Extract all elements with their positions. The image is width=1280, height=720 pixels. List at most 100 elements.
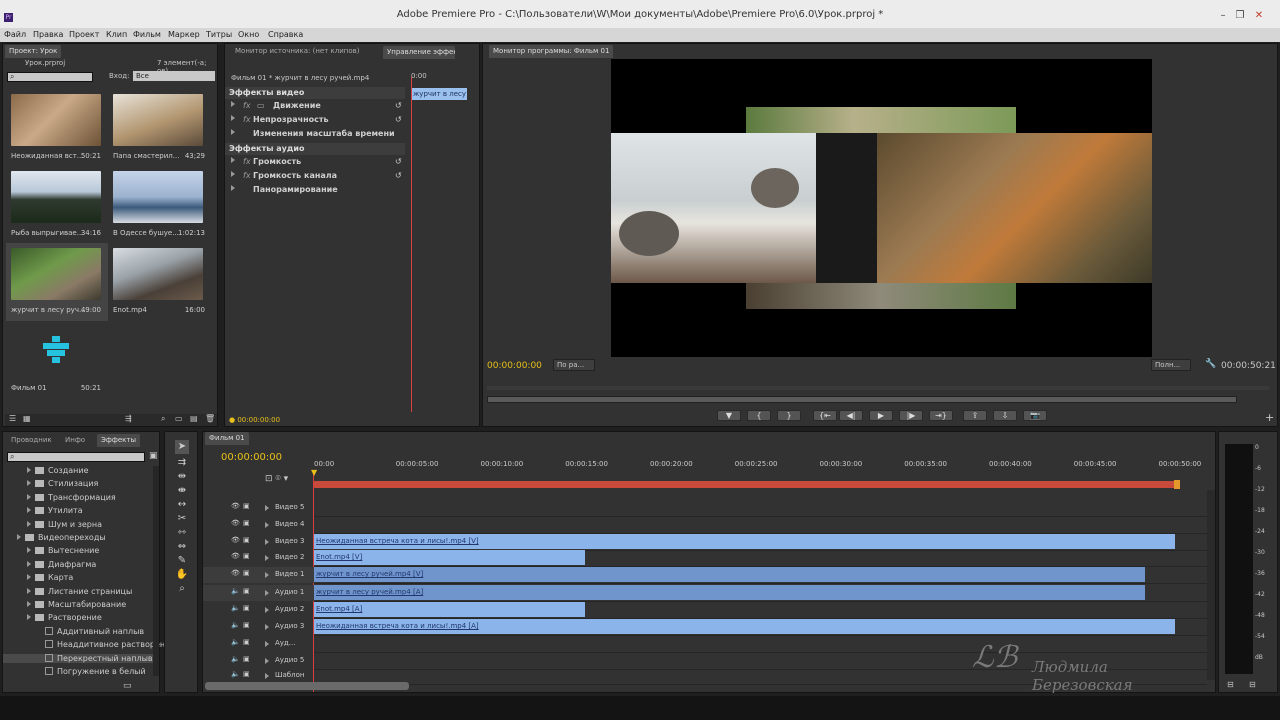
expand-icon[interactable] xyxy=(265,555,269,561)
tab-effects[interactable]: Эффекты xyxy=(97,434,140,447)
expand-icon[interactable] xyxy=(265,539,269,545)
eye-icon[interactable]: 👁 xyxy=(231,502,240,510)
new-item-icon[interactable]: ▤ xyxy=(190,414,198,423)
lock-icon[interactable]: ▣ xyxy=(243,552,250,560)
expand-icon[interactable] xyxy=(265,673,269,679)
effect-panner[interactable]: Панорамирование xyxy=(225,185,405,199)
add-marker-button[interactable]: ▼ xyxy=(717,410,741,421)
effects-tree-item[interactable]: Трансформация xyxy=(27,493,116,502)
clip-thumbnail[interactable] xyxy=(11,248,101,300)
effects-tree-item[interactable]: Стилизация xyxy=(27,479,98,488)
lock-icon[interactable]: ▣ xyxy=(243,519,250,527)
track-header[interactable]: 👁 ▣ Видео 5 xyxy=(203,500,315,516)
expand-icon[interactable] xyxy=(265,624,269,630)
effects-tree-item[interactable]: Видеопереходы xyxy=(17,533,106,542)
playback-resolution-select[interactable]: Полн... xyxy=(1151,359,1191,371)
track-header[interactable]: 👁 ▣ Видео 1 xyxy=(203,567,315,583)
track-lane[interactable] xyxy=(314,635,1207,636)
effect-motion[interactable]: fx ▭ Движение ↺ xyxy=(225,101,405,115)
lock-icon[interactable]: ▣ xyxy=(243,655,250,663)
lock-icon[interactable]: ▣ xyxy=(243,587,250,595)
menu-edit[interactable]: Правка xyxy=(33,30,63,39)
track-header[interactable]: 👁 ▣ Видео 2 xyxy=(203,550,315,566)
list-view-icon[interactable]: ☰ xyxy=(9,414,16,423)
snap-icon[interactable]: ⊡ xyxy=(265,474,275,484)
effects-tree-item[interactable]: Вытеснение xyxy=(27,546,99,555)
maximize-icon[interactable]: ❐ xyxy=(1233,10,1247,22)
effects-tree-item[interactable]: Шум и зерна xyxy=(27,520,102,529)
icon-view-icon[interactable]: ▦ xyxy=(23,414,31,423)
effect-time-remapping[interactable]: Изменения масштаба времени xyxy=(225,129,405,143)
zoom-level-select[interactable]: По ра... xyxy=(553,359,595,371)
clip-thumbnail[interactable] xyxy=(11,94,101,146)
program-video-frame[interactable] xyxy=(611,59,1152,357)
program-timecode[interactable]: 00:00:00:00 xyxy=(487,361,542,371)
rate-stretch-tool-icon[interactable]: ↔ xyxy=(175,498,189,512)
effects-tree-item[interactable]: Диафрагма xyxy=(27,560,96,569)
mark-out-button[interactable]: } xyxy=(777,410,801,421)
new-folder-icon[interactable]: ▭ xyxy=(123,681,132,691)
clip-thumbnail[interactable] xyxy=(113,94,203,146)
solo-icon[interactable]: ⊟ xyxy=(1227,680,1234,689)
fx-icon[interactable]: fx xyxy=(243,157,251,166)
effects-tree-item[interactable]: Погружение в белый xyxy=(37,667,146,676)
effects-tree-item[interactable]: Листание страницы xyxy=(27,587,132,596)
menu-window[interactable]: Окно xyxy=(238,30,259,39)
speaker-icon[interactable]: 🔈 xyxy=(231,621,240,629)
expand-icon[interactable] xyxy=(265,572,269,578)
tab-effect-controls[interactable]: Управление эффект xyxy=(383,46,455,59)
eye-icon[interactable]: 👁 xyxy=(231,536,240,544)
new-bin-icon[interactable]: ▣ xyxy=(149,451,158,461)
reset-icon[interactable]: ↺ xyxy=(395,115,402,124)
lift-button[interactable]: ⇪ xyxy=(963,410,987,421)
expand-icon[interactable] xyxy=(265,590,269,596)
track-header[interactable]: 🔈 ▣ Аудио 3 xyxy=(203,619,315,635)
expand-icon[interactable] xyxy=(265,522,269,528)
effects-tree-item[interactable]: Аддитивный наплыв xyxy=(37,626,144,636)
fx-icon[interactable]: fx xyxy=(243,115,251,124)
marker-icon[interactable]: ⌾ xyxy=(275,474,283,484)
track-lane[interactable] xyxy=(314,583,1207,584)
playhead-handle-icon[interactable]: ▼ xyxy=(311,468,317,477)
speaker-icon[interactable]: 🔈 xyxy=(231,587,240,595)
reset-icon[interactable]: ↺ xyxy=(395,157,402,166)
track-header[interactable]: 🔈 ▣ Аудио 2 xyxy=(203,602,315,618)
expand-icon[interactable] xyxy=(265,607,269,613)
effect-clip-bar[interactable]: журчит в лесу р xyxy=(411,88,467,100)
sequence-icon[interactable] xyxy=(43,336,69,366)
eye-icon[interactable]: 👁 xyxy=(231,519,240,527)
razor-tool-icon[interactable]: ✂ xyxy=(175,512,189,526)
effects-tree-item[interactable]: Создание xyxy=(27,466,89,475)
tab-source-monitor[interactable]: Монитор источника: (нет клипов) xyxy=(231,45,363,58)
tab-project[interactable]: Проект: Урок xyxy=(5,45,62,58)
zoom-tool-icon[interactable]: ⌕ xyxy=(175,582,189,596)
add-marker-icon[interactable]: ▾ xyxy=(284,474,289,484)
track-select-tool-icon[interactable]: ⇉ xyxy=(175,456,189,470)
play-button[interactable]: ▶ xyxy=(869,410,893,421)
effects-search-input[interactable]: ⌕ xyxy=(7,452,145,462)
ripple-edit-tool-icon[interactable]: ⇹ xyxy=(175,470,189,484)
close-icon[interactable]: ✕ xyxy=(1252,10,1266,22)
effect-volume[interactable]: fx Громкость ↺ xyxy=(225,157,405,171)
solo-icon[interactable]: ⊟ xyxy=(1249,680,1256,689)
track-header[interactable]: 👁 ▣ Видео 4 xyxy=(203,517,315,533)
audio-effects-header[interactable]: Эффекты аудио xyxy=(225,143,405,155)
trash-icon[interactable]: 🗑 xyxy=(205,414,215,423)
tab-info[interactable]: Инфо xyxy=(61,434,89,447)
expand-icon[interactable] xyxy=(265,641,269,647)
effects-scrollbar[interactable] xyxy=(153,466,159,676)
reset-icon[interactable]: ↺ xyxy=(395,171,402,180)
expand-icon[interactable] xyxy=(27,493,31,500)
effect-channel-volume[interactable]: fx Громкость канала ↺ xyxy=(225,171,405,185)
clip-thumbnail[interactable] xyxy=(113,248,203,300)
track-header[interactable]: 🔈 ▣ Ауд... xyxy=(203,636,315,652)
program-zoom-scrollbar[interactable] xyxy=(487,396,1237,403)
expand-icon[interactable] xyxy=(27,507,31,514)
expand-icon[interactable] xyxy=(27,560,31,567)
step-back-button[interactable]: ◀| xyxy=(839,410,863,421)
effects-tree-item[interactable]: Карта xyxy=(27,573,73,582)
menu-sequence[interactable]: Фильм xyxy=(133,30,161,39)
expand-icon[interactable] xyxy=(265,505,269,511)
hand-tool-icon[interactable]: ✋ xyxy=(175,568,189,582)
mark-in-button[interactable]: { xyxy=(747,410,771,421)
